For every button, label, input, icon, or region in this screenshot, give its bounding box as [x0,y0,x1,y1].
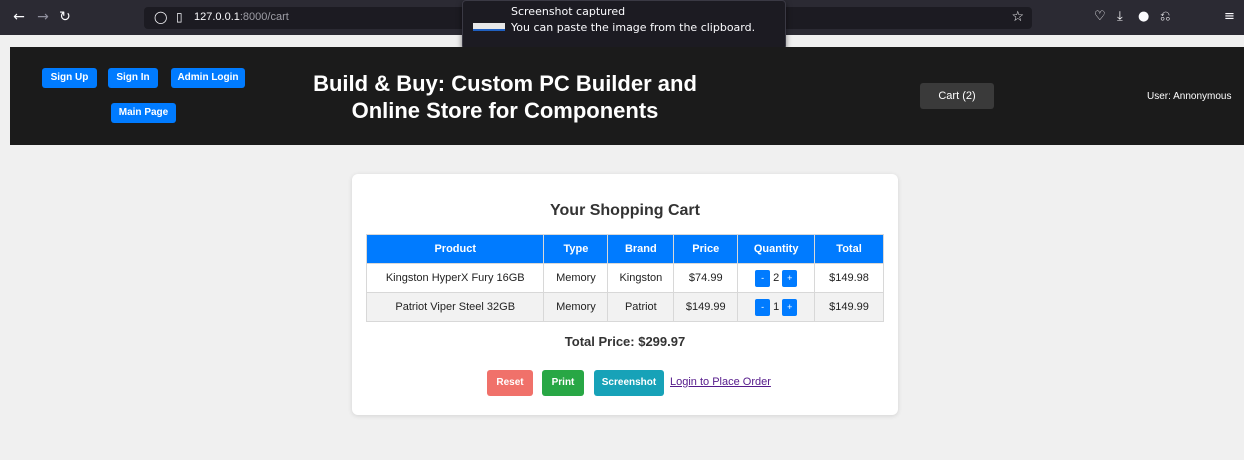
brand-cell: Kingston [607,263,675,293]
cart-title: Your Shopping Cart [550,202,700,219]
total-cell: $149.99 [814,292,884,322]
price-cell: $149.99 [673,292,739,322]
quantity-stepper: - 1 + [755,298,798,316]
menu-icon[interactable]: ≡ [1224,9,1235,24]
site-header: Sign Up Sign In Admin Login Main Page Bu… [10,47,1244,145]
quantity-stepper: - 2 + [755,269,798,287]
login-to-place-order-link[interactable]: Login to Place Order [670,376,771,388]
user-label: User: Annonymous [1147,91,1232,102]
admin-login-button[interactable]: Admin Login [171,68,245,88]
pocket-icon[interactable]: ♡ [1094,9,1106,24]
product-cell: Patriot Viper Steel 32GB [365,292,545,322]
column-header: Price [673,234,739,264]
back-arrow-icon[interactable]: ← [10,8,28,26]
type-cell: Memory [543,292,609,322]
main-page-button[interactable]: Main Page [111,103,176,123]
notification-title: Screenshot captured [511,5,626,18]
quantity-value: 2 [773,272,780,284]
type-cell: Memory [543,263,609,293]
forward-arrow-icon[interactable]: → [34,8,52,26]
increment-button[interactable]: + [782,298,798,316]
notification-body: You can paste the image from the clipboa… [511,21,756,34]
screenshot-button[interactable]: Screenshot [594,370,664,396]
cart-table: Product Type Brand Price Quantity Total … [365,234,884,322]
cart-card: Your Shopping Cart Product Type Brand Pr… [352,174,898,415]
screenshot-thumbnail-icon [473,23,505,31]
extensions-icon[interactable]: ⎌ [1160,9,1170,24]
print-button[interactable]: Print [542,370,584,396]
page-info-icon[interactable]: ▯ [176,10,183,24]
bookmark-star-icon[interactable]: ☆ [1011,9,1024,25]
total-price: Total Price: $299.97 [564,334,686,349]
table-row: Patriot Viper Steel 32GB Memory Patriot … [365,292,884,322]
cart-button[interactable]: Cart (2) [920,83,994,109]
quantity-cell: - 2 + [737,263,816,293]
price-cell: $74.99 [673,263,739,293]
decrement-button[interactable]: - [755,298,771,316]
column-header: Total [814,234,884,264]
table-row: Kingston HyperX Fury 16GB Memory Kingsto… [365,263,884,293]
tracking-shield-icon[interactable]: ◯ [154,10,167,24]
brand-cell: Patriot [607,292,675,322]
column-header: Type [543,234,609,264]
download-icon[interactable]: ⤓ [1117,9,1123,24]
table-header-row: Product Type Brand Price Quantity Total [365,234,884,264]
increment-button[interactable]: + [782,269,798,287]
quantity-value: 1 [773,301,780,313]
url-text: 127.0.0.1:8000/cart [194,11,289,23]
quantity-cell: - 1 + [737,292,816,322]
reload-icon[interactable]: ↻ [56,8,74,26]
total-cell: $149.98 [814,263,884,293]
decrement-button[interactable]: - [755,269,771,287]
product-cell: Kingston HyperX Fury 16GB [365,263,545,293]
signup-button[interactable]: Sign Up [42,68,97,88]
column-header: Brand [607,234,675,264]
signin-button[interactable]: Sign In [108,68,158,88]
column-header: Quantity [737,234,816,264]
site-title: Build & Buy: Custom PC Builder and Onlin… [313,71,697,123]
column-header: Product [365,234,545,264]
reset-button[interactable]: Reset [487,370,533,396]
account-icon[interactable]: ● [1138,9,1149,24]
screenshot-notification: Screenshot captured You can paste the im… [462,0,786,50]
